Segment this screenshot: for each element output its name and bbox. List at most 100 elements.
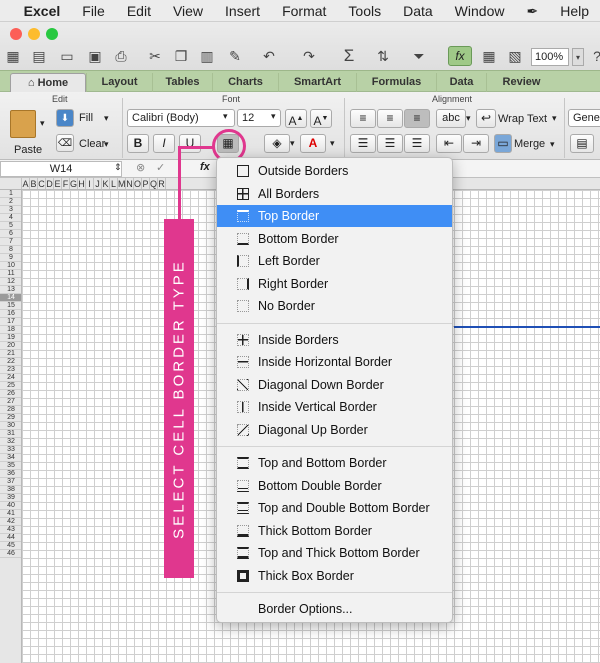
open-icon[interactable]: ▭ xyxy=(56,46,78,66)
increase-font-size-icon[interactable]: A▲ xyxy=(285,109,307,128)
help-icon[interactable]: ? xyxy=(586,46,600,66)
row-header[interactable]: 30 xyxy=(0,422,21,430)
row-header[interactable]: 2 xyxy=(0,198,21,206)
increase-indent-icon[interactable]: ⇥ xyxy=(463,134,489,153)
menu-item-bottom-double-border[interactable]: Bottom Double Border xyxy=(217,475,452,497)
number-format-select[interactable]: Gener xyxy=(568,109,600,127)
column-header[interactable]: F xyxy=(62,178,70,189)
redo-icon[interactable]: ↷ xyxy=(298,46,320,66)
paste-clipboard-icon[interactable] xyxy=(10,110,36,138)
fill-button[interactable]: Fill xyxy=(79,112,93,124)
row-header[interactable]: 44 xyxy=(0,534,21,542)
tab-home[interactable]: ⌂ Home xyxy=(10,73,86,92)
row-header[interactable]: 42 xyxy=(0,518,21,526)
toolbox-icon[interactable]: ▧ xyxy=(504,46,526,66)
sort-icon[interactable]: ⇅ xyxy=(372,46,394,66)
row-header[interactable]: 12 xyxy=(0,278,21,286)
row-header[interactable]: 28 xyxy=(0,406,21,414)
align-bottom-icon[interactable]: ≡ xyxy=(404,109,430,128)
paste-button[interactable]: Paste xyxy=(14,144,42,156)
autosum-icon[interactable]: Σ xyxy=(338,46,360,66)
eraser-icon[interactable]: ⌫ xyxy=(56,134,74,152)
column-header[interactable]: H xyxy=(78,178,86,189)
menu-item-thick-box-border[interactable]: Thick Box Border xyxy=(217,565,452,587)
cancel-formula-icon[interactable]: ⊗ xyxy=(136,161,145,174)
menu-file[interactable]: File xyxy=(71,0,116,22)
cut-icon[interactable]: ✂ xyxy=(144,46,166,66)
column-header[interactable]: L xyxy=(110,178,118,189)
row-header[interactable]: 41 xyxy=(0,510,21,518)
print-icon[interactable]: ⎙ xyxy=(110,46,132,66)
tab-charts[interactable]: Charts xyxy=(212,73,278,92)
tab-layout[interactable]: Layout xyxy=(86,73,152,92)
menu-item-top-bottom-border[interactable]: Top and Bottom Border xyxy=(217,452,452,474)
close-window-button[interactable] xyxy=(10,28,22,40)
zoom-select[interactable]: 100% xyxy=(531,48,569,66)
column-header[interactable]: B xyxy=(30,178,38,189)
decrease-indent-icon[interactable]: ⇤ xyxy=(436,134,462,153)
row-header[interactable]: 32 xyxy=(0,438,21,446)
tab-data[interactable]: Data xyxy=(436,73,486,92)
menu-item-inside-horizontal-border[interactable]: Inside Horizontal Border xyxy=(217,351,452,373)
gallery-icon[interactable]: ▦ xyxy=(478,46,500,66)
decrease-font-size-icon[interactable]: A▼ xyxy=(310,109,332,128)
menu-edit[interactable]: Edit xyxy=(116,0,162,22)
row-header[interactable]: 9 xyxy=(0,254,21,262)
row-header[interactable]: 46 xyxy=(0,550,21,558)
row-header[interactable]: 31 xyxy=(0,430,21,438)
fill-color-dropdown-icon[interactable]: ▾ xyxy=(290,138,295,149)
tab-formulas[interactable]: Formulas xyxy=(356,73,436,92)
row-header[interactable]: 1 xyxy=(0,190,21,198)
column-header[interactable]: K xyxy=(102,178,110,189)
row-header[interactable]: 4 xyxy=(0,214,21,222)
font-name-select[interactable]: Calibri (Body) xyxy=(127,109,235,127)
wrap-text-button[interactable]: Wrap Text xyxy=(498,113,547,125)
merge-dropdown-icon[interactable]: ▾ xyxy=(550,139,555,150)
orientation-dropdown-icon[interactable]: ▾ xyxy=(466,113,471,124)
menu-item-inside-borders[interactable]: Inside Borders xyxy=(217,329,452,351)
row-header[interactable]: 15 xyxy=(0,302,21,310)
row-header[interactable]: 10 xyxy=(0,262,21,270)
column-header[interactable]: J xyxy=(94,178,102,189)
column-header[interactable]: G xyxy=(70,178,78,189)
row-header[interactable]: 22 xyxy=(0,358,21,366)
fill-down-icon[interactable]: ⬇ xyxy=(56,109,74,127)
row-header[interactable]: 29 xyxy=(0,414,21,422)
confirm-formula-icon[interactable]: ✓ xyxy=(156,161,165,174)
menu-app-excel[interactable]: Excel xyxy=(13,0,72,22)
zoom-dropdown-icon[interactable]: ▾ xyxy=(572,48,584,66)
menu-item-bottom-border[interactable]: Bottom Border xyxy=(217,228,452,250)
orientation-button[interactable]: abc xyxy=(436,109,466,128)
row-header[interactable]: 21 xyxy=(0,350,21,358)
copy-icon[interactable]: ❐ xyxy=(170,46,192,66)
tab-tables[interactable]: Tables xyxy=(152,73,212,92)
row-header[interactable]: 16 xyxy=(0,310,21,318)
row-header[interactable]: 5 xyxy=(0,222,21,230)
formula-builder-button[interactable]: fx xyxy=(448,46,472,66)
row-header[interactable]: 17 xyxy=(0,318,21,326)
font-name-dropdown-icon[interactable]: ▾ xyxy=(223,111,228,122)
new-workbook-icon[interactable]: ▦ xyxy=(2,46,24,66)
column-header[interactable]: R xyxy=(158,178,166,189)
column-header[interactable]: I xyxy=(86,178,94,189)
bold-button[interactable]: B xyxy=(127,134,149,153)
font-color-dropdown-icon[interactable]: ▾ xyxy=(330,138,335,149)
menu-item-no-border[interactable]: No Border xyxy=(217,295,452,317)
name-box-stepper-icon[interactable]: ⇕ xyxy=(114,162,122,173)
row-header[interactable]: 11 xyxy=(0,270,21,278)
row-header[interactable]: 43 xyxy=(0,526,21,534)
menu-item-thick-bottom-border[interactable]: Thick Bottom Border xyxy=(217,520,452,542)
menu-window[interactable]: Window xyxy=(444,0,516,22)
column-header[interactable]: A xyxy=(22,178,30,189)
menu-item-diagonal-up-border[interactable]: Diagonal Up Border xyxy=(217,419,452,441)
italic-button[interactable]: I xyxy=(153,134,175,153)
clear-button[interactable]: Clear xyxy=(79,138,105,150)
currency-format-icon[interactable]: ▤ xyxy=(570,134,594,153)
name-box[interactable]: W14 xyxy=(0,161,122,177)
column-header[interactable]: C xyxy=(38,178,46,189)
menu-item-diagonal-down-border[interactable]: Diagonal Down Border xyxy=(217,374,452,396)
menu-item-right-border[interactable]: Right Border xyxy=(217,273,452,295)
row-header[interactable]: 34 xyxy=(0,454,21,462)
row-header[interactable]: 33 xyxy=(0,446,21,454)
row-header[interactable]: 40 xyxy=(0,502,21,510)
